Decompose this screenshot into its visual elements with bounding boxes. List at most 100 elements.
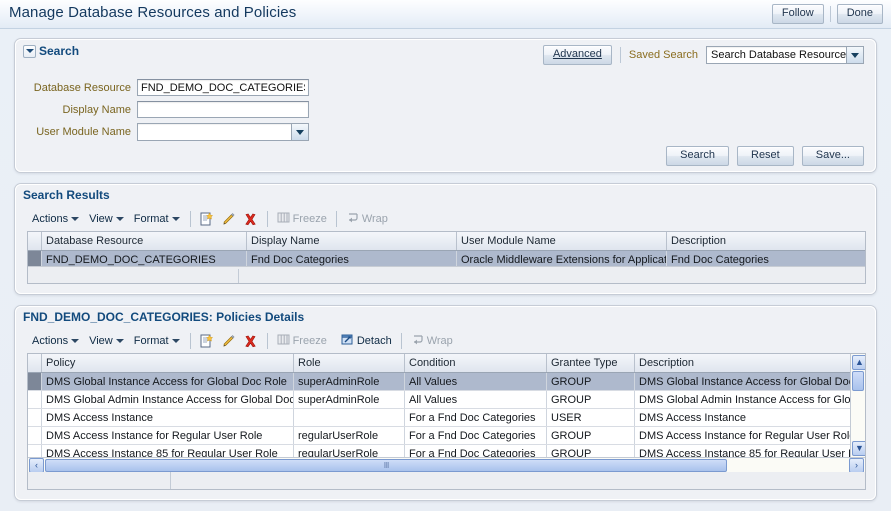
chevron-down-icon: [71, 217, 80, 221]
policies-actions-menu[interactable]: Actions: [27, 334, 84, 348]
horizontal-scroll-thumb[interactable]: ‖‖: [45, 458, 727, 472]
column-header[interactable]: Condition: [404, 354, 547, 373]
policies-format-menu[interactable]: Format: [129, 334, 185, 348]
toolbar-separator: [266, 211, 268, 227]
scroll-left-arrow-icon[interactable]: ‹: [29, 457, 44, 473]
cell-policy: DMS Access Instance: [41, 408, 294, 427]
policies-freeze-button[interactable]: Freeze: [273, 333, 331, 349]
wrap-text-icon: [411, 333, 424, 349]
search-section-header[interactable]: Search: [23, 44, 79, 58]
column-header[interactable]: Description: [666, 232, 865, 251]
column-header[interactable]: Grantee Type: [546, 354, 635, 373]
results-view-menu[interactable]: View: [84, 212, 129, 226]
new-document-icon[interactable]: [196, 210, 218, 229]
reset-button[interactable]: Reset: [737, 146, 794, 166]
cell-grantee-type: GROUP: [546, 426, 635, 445]
delete-x-icon[interactable]: [240, 210, 262, 229]
freeze-columns-icon: [277, 333, 290, 349]
field-label: User Module Name: [36, 126, 131, 138]
field-label: Display Name: [62, 103, 131, 116]
search-actions: Search Reset Save...: [666, 146, 864, 166]
display-name-input[interactable]: [137, 101, 309, 118]
search-section-title: Search: [39, 44, 80, 58]
chevron-down-icon[interactable]: [846, 47, 863, 63]
row-handle[interactable]: [28, 390, 42, 409]
vertical-scroll-thumb[interactable]: [852, 371, 864, 391]
table-row[interactable]: DMS Global Instance Access for Global Do…: [28, 372, 852, 391]
saved-search-value: Search Database Resources: [711, 49, 846, 61]
page-title: Manage Database Resources and Policies: [9, 4, 297, 21]
saved-search-select[interactable]: Search Database Resources: [706, 46, 864, 64]
policies-table: Policy Role Condition Grantee Type Descr…: [27, 353, 866, 490]
search-button[interactable]: Search: [666, 146, 729, 166]
results-wrap-button[interactable]: Wrap: [342, 211, 392, 227]
table-row[interactable]: DMS Access Instance for Regular User Rol…: [28, 426, 852, 445]
detach-window-icon: [341, 333, 354, 349]
chevron-down-icon: [71, 339, 80, 343]
toolbar-separator: [266, 333, 268, 349]
policies-view-menu[interactable]: View: [84, 334, 129, 348]
results-format-menu[interactable]: Format: [129, 212, 185, 226]
row-handle[interactable]: [28, 426, 42, 445]
page-header: Manage Database Resources and Policies F…: [0, 0, 891, 29]
policies-detach-button[interactable]: Detach: [337, 333, 396, 349]
scroll-up-arrow-icon[interactable]: ▲: [852, 355, 865, 370]
search-results-panel: Search Results Actions View Format Freez…: [14, 183, 877, 295]
scroll-down-arrow-icon[interactable]: ▼: [852, 441, 865, 456]
header-separator: [829, 6, 831, 22]
row-handle[interactable]: [28, 372, 42, 391]
cell-description: DMS Global Admin Instance Access for Glo…: [634, 390, 852, 409]
pencil-edit-icon[interactable]: [218, 332, 240, 351]
column-header[interactable]: Database Resource: [41, 232, 247, 251]
cell-condition: For a Fnd Doc Categories: [404, 408, 547, 427]
cell-role: superAdminRole: [293, 390, 405, 409]
policies-panel: FND_DEMO_DOC_CATEGORIES: Policies Detail…: [14, 305, 877, 501]
delete-x-icon[interactable]: [240, 332, 262, 351]
results-actions-menu[interactable]: Actions: [27, 212, 84, 226]
field-label: Database Resource: [33, 81, 131, 94]
table-row[interactable]: DMS Global Admin Instance Access for Glo…: [28, 390, 852, 409]
follow-button[interactable]: Follow: [771, 4, 824, 24]
policies-wrap-button[interactable]: Wrap: [407, 333, 457, 349]
toolbar-separator: [400, 333, 402, 349]
cell-role: superAdminRole: [293, 372, 405, 391]
chevron-down-icon[interactable]: [291, 124, 308, 140]
row-handle[interactable]: [28, 408, 42, 427]
chevron-down-icon: [171, 339, 180, 343]
field-database-resource: Database Resource: [33, 79, 309, 96]
new-document-icon[interactable]: [196, 332, 218, 351]
saved-search-label: Saved Search: [628, 49, 698, 61]
column-header[interactable]: User Module Name: [456, 232, 667, 251]
policies-vertical-scrollbar[interactable]: ▲ ▼: [850, 354, 865, 457]
wrap-text-icon: [346, 211, 359, 227]
cell-description: DMS Global Instance Access for Global Do…: [634, 372, 852, 391]
table-row[interactable]: DMS Access Instance For a Fnd Doc Catego…: [28, 408, 852, 427]
chevron-down-icon[interactable]: [23, 44, 36, 58]
scroll-right-arrow-icon[interactable]: ›: [849, 457, 864, 473]
table-header-row: Database Resource Display Name User Modu…: [28, 232, 865, 251]
field-display-name: Display Name: [33, 101, 309, 118]
database-resource-input[interactable]: [137, 79, 309, 96]
done-button[interactable]: Done: [836, 4, 883, 24]
cell-condition: For a Fnd Doc Categories: [404, 426, 547, 445]
policies-horizontal-scrollbar[interactable]: ‹ ‖‖ ›: [28, 457, 865, 473]
cell-policy: DMS Global Admin Instance Access for Glo…: [41, 390, 294, 409]
header-actions: Follow Done: [771, 4, 883, 24]
column-header[interactable]: Display Name: [246, 232, 457, 251]
chevron-down-icon: [115, 339, 124, 343]
table-empty-area: [28, 472, 865, 489]
column-header[interactable]: Description: [634, 354, 852, 373]
results-freeze-button[interactable]: Freeze: [273, 211, 331, 227]
cell-description: DMS Access Instance for Regular User Rol…: [634, 426, 852, 445]
column-header[interactable]: Role: [293, 354, 405, 373]
cell-grantee-type: GROUP: [546, 372, 635, 391]
app-page: Manage Database Resources and Policies F…: [0, 0, 891, 511]
user-module-name-select[interactable]: [137, 123, 309, 141]
save-search-button[interactable]: Save...: [801, 146, 864, 166]
pencil-edit-icon[interactable]: [218, 210, 240, 229]
advanced-button[interactable]: Advanced: [542, 45, 612, 65]
search-panel: Search Advanced Saved Search Search Data…: [14, 38, 877, 173]
column-header[interactable]: Policy: [41, 354, 294, 373]
table-empty-area: [28, 266, 865, 283]
search-header-controls: Advanced Saved Search Search Database Re…: [542, 45, 864, 65]
